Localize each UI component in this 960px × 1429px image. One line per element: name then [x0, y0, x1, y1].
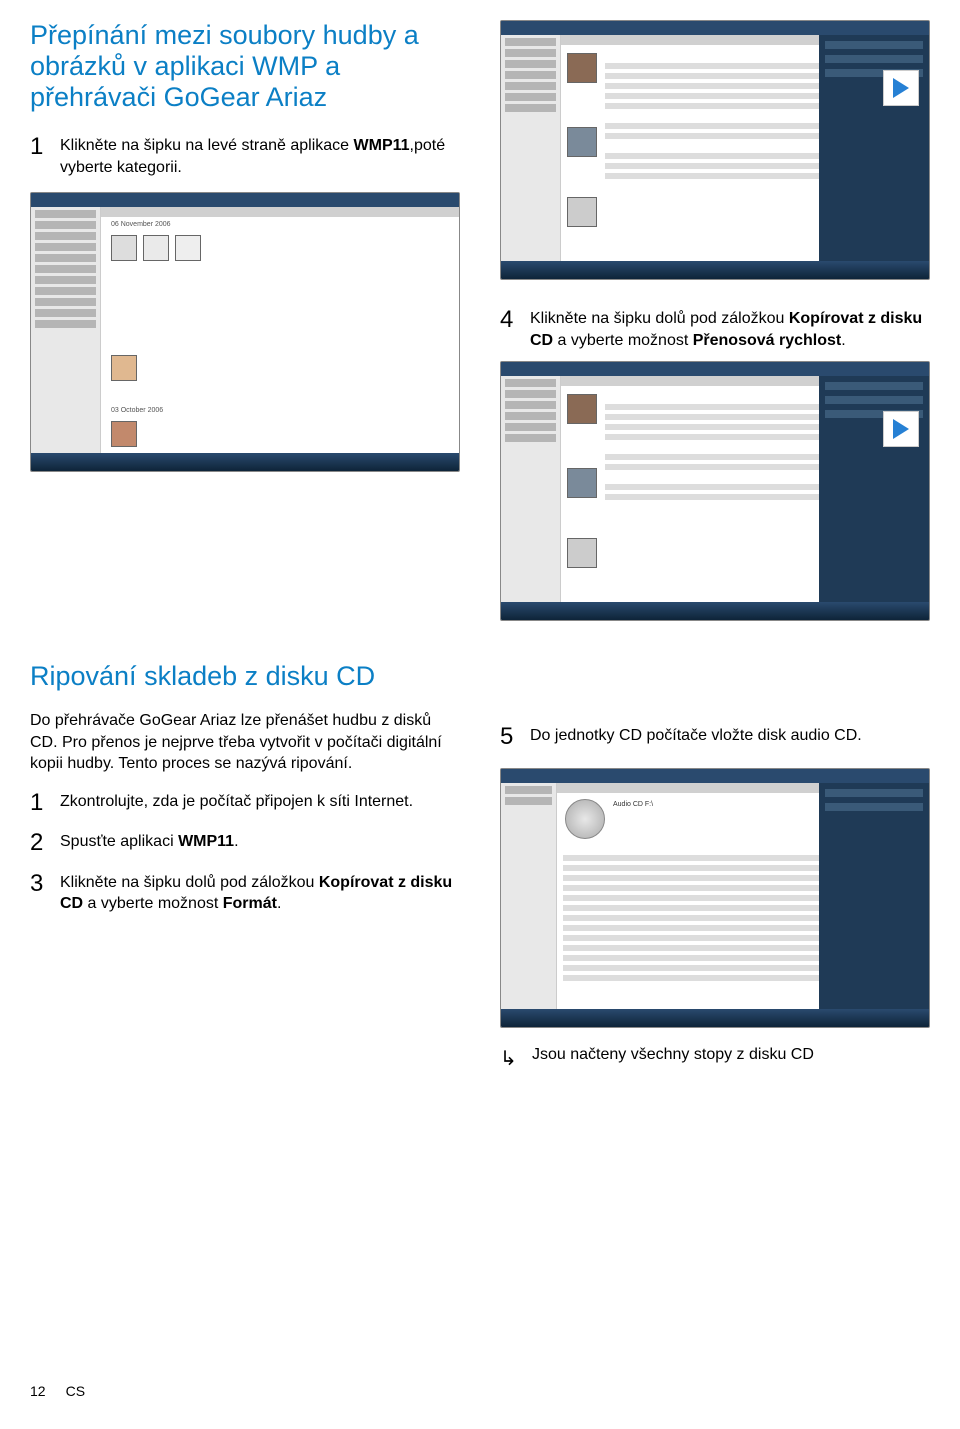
step-number: 4 — [500, 304, 520, 351]
bold-text: Formát — [223, 895, 277, 912]
section1-step4: 4 Klikněte na šipku dolů pod záložkou Ko… — [500, 304, 930, 351]
text: . — [277, 895, 281, 912]
text: a vyberte možnost — [83, 895, 223, 912]
section1-step1: 1 Klikněte na šipku na levé straně aplik… — [30, 131, 460, 178]
step-text: Spusťte aplikaci WMP11. — [60, 827, 460, 859]
text: Spusťte aplikaci — [60, 833, 178, 850]
section2-step5: 5 Do jednotky CD počítače vložte disk au… — [500, 721, 930, 753]
play-icon — [883, 70, 919, 106]
wmp-screenshot-sync — [500, 20, 930, 280]
section2-result: ↳ Jsou načteny všechny stopy z disku CD — [500, 1046, 930, 1071]
result-text: Jsou načteny všechny stopy z disku CD — [532, 1046, 814, 1064]
text: Klikněte na šipku na levé straně aplikac… — [60, 137, 354, 154]
step-number: 2 — [30, 827, 50, 859]
page-footer: 12 CS — [30, 1383, 85, 1399]
text: Klikněte na šipku dolů pod záložkou — [60, 874, 319, 891]
section2-title: Ripování skladeb z disku CD — [30, 661, 460, 692]
cd-icon — [565, 799, 605, 839]
section2-step2: 2 Spusťte aplikaci WMP11. — [30, 827, 460, 859]
step-text: Zkontrolujte, zda je počítač připojen k … — [60, 787, 460, 819]
section1-title: Přepínání mezi soubory hudby a obrázků v… — [30, 20, 460, 113]
section2-intro: Do přehrávače GoGear Ariaz lze přenášet … — [30, 710, 460, 775]
wmp-screenshot-bitrate — [500, 361, 930, 621]
wmp-screenshot-pictures: 06 November 2006 03 October 2006 — [30, 192, 460, 472]
step-text: Klikněte na šipku dolů pod záložkou Kopí… — [60, 868, 460, 915]
text: . — [234, 833, 238, 850]
section2-step3: 3 Klikněte na šipku dolů pod záložkou Ko… — [30, 868, 460, 915]
bold-text: WMP11 — [178, 833, 234, 850]
bold-text: Přenosová rychlost — [693, 332, 842, 349]
play-icon — [883, 411, 919, 447]
step-number: 5 — [500, 721, 520, 753]
section2-step1: 1 Zkontrolujte, zda je počítač připojen … — [30, 787, 460, 819]
step-text: Klikněte na šipku na levé straně aplikac… — [60, 131, 460, 178]
step-number: 1 — [30, 787, 50, 819]
step-number: 1 — [30, 131, 50, 178]
step-text: Klikněte na šipku dolů pod záložkou Kopí… — [530, 304, 930, 351]
step-number: 3 — [30, 868, 50, 915]
result-arrow-icon: ↳ — [500, 1046, 520, 1071]
wmp-screenshot-rip-cd: Audio CD F:\ — [500, 768, 930, 1028]
text: Klikněte na šipku dolů pod záložkou — [530, 310, 789, 327]
text: a vyberte možnost — [553, 332, 693, 349]
lang-code: CS — [66, 1383, 85, 1399]
step-text: Do jednotky CD počítače vložte disk audi… — [530, 721, 930, 753]
text: . — [841, 332, 845, 349]
bold-text: WMP11 — [354, 137, 410, 154]
page-number: 12 — [30, 1383, 46, 1399]
